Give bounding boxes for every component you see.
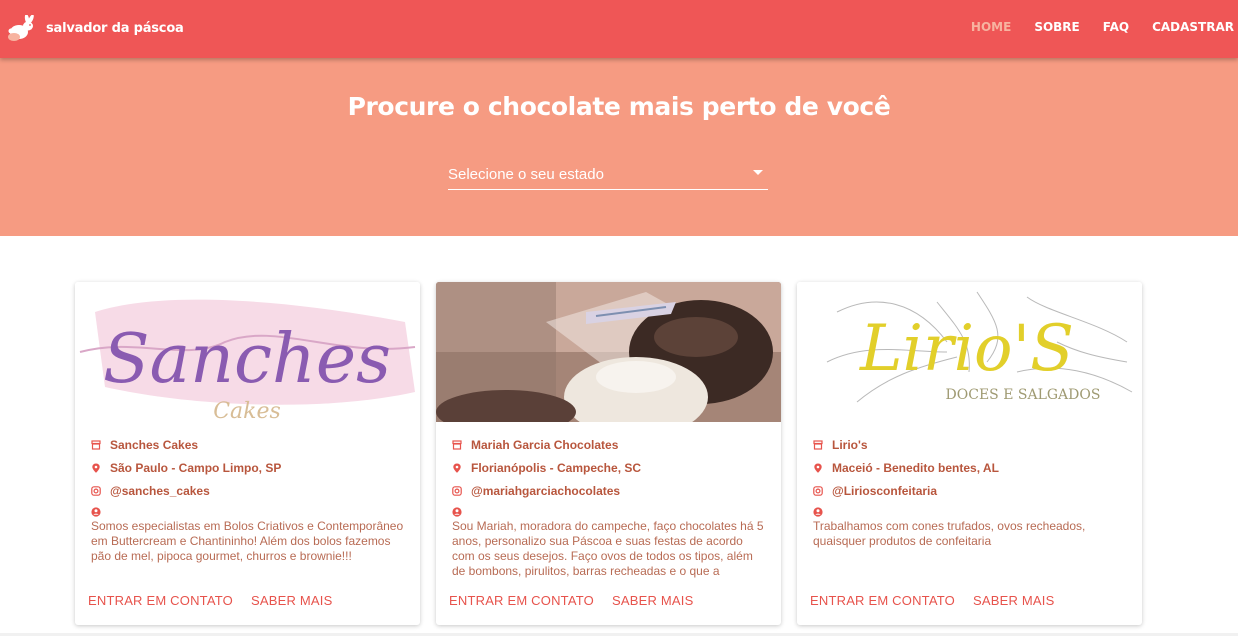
seller-card: Mariah Garcia Chocolates Florianópolis -… [436, 282, 781, 625]
store-icon [452, 440, 462, 450]
logo-subtitle: DOCES E SALGADOS [946, 387, 1101, 403]
seller-instagram[interactable]: @mariahgarciachocolates [471, 484, 620, 498]
seller-instagram[interactable]: @sanches_cakes [110, 484, 210, 498]
seller-description: Somos especialistas em Bolos Criativos e… [91, 519, 404, 563]
seller-location: São Paulo - Campo Limpo, SP [110, 461, 282, 475]
seller-instagram-row: @Liriosconfeitaria [813, 483, 937, 499]
seller-description: Trabalhamos com cones trufados, ovos rec… [813, 519, 1086, 548]
seller-person-row [813, 504, 832, 520]
card-actions: ENTRAR EM CONTATO SABER MAIS [449, 593, 711, 608]
seller-location-row: Maceió - Benedito bentes, AL [813, 460, 999, 476]
learn-more-button[interactable]: SABER MAIS [973, 593, 1054, 608]
contact-button[interactable]: ENTRAR EM CONTATO [449, 593, 594, 608]
person-icon [813, 507, 823, 517]
nav-cadastrar[interactable]: CADASTRAR [1152, 20, 1234, 34]
seller-name-row: Sanches Cakes [91, 437, 198, 453]
page-title: Procure o chocolate mais perto de você [347, 92, 891, 121]
state-select-placeholder: Selecione o seu estado [448, 166, 604, 183]
logo-subtitle: Cakes [213, 399, 281, 422]
contact-button[interactable]: ENTRAR EM CONTATO [88, 593, 233, 608]
seller-card: Sanches Cakes Sanches Cakes São Paulo - … [75, 282, 420, 625]
seller-instagram-row: @sanches_cakes [91, 483, 210, 499]
location-pin-icon [814, 463, 822, 473]
seller-name: Lirio's [832, 438, 868, 452]
seller-person-row [91, 504, 110, 520]
seller-name: Sanches Cakes [110, 438, 199, 452]
brand-logo[interactable]: salvador da páscoa [6, 14, 184, 42]
instagram-icon [91, 486, 101, 496]
seller-name-row: Lirio's [813, 437, 868, 453]
store-icon [813, 440, 823, 450]
instagram-icon [452, 486, 462, 496]
bunny-icon [8, 15, 34, 41]
seller-instagram[interactable]: @Liriosconfeitaria [832, 484, 937, 498]
seller-card: Lirio'S DOCES E SALGADOS Lirio's Maceió … [797, 282, 1142, 625]
seller-name: Mariah Garcia Chocolates [471, 438, 619, 452]
seller-location-row: São Paulo - Campo Limpo, SP [91, 460, 281, 476]
seller-name-row: Mariah Garcia Chocolates [452, 437, 618, 453]
seller-location-row: Florianópolis - Campeche, SC [452, 460, 641, 476]
state-select[interactable]: Selecione o seu estado [448, 161, 768, 190]
seller-instagram-row: @mariahgarciachocolates [452, 483, 620, 499]
instagram-icon [813, 486, 823, 496]
person-icon [452, 507, 462, 517]
hero-banner: Procure o chocolate mais perto de você S… [0, 58, 1238, 236]
nav-faq[interactable]: FAQ [1103, 20, 1129, 34]
store-icon [91, 440, 101, 450]
location-pin-icon [453, 463, 461, 473]
location-pin-icon [92, 463, 100, 473]
brand-name: salvador da páscoa [46, 20, 184, 36]
logo-title: Lirio'S [859, 312, 1074, 386]
logo-title: Sanches [103, 320, 391, 399]
nav-sobre[interactable]: SOBRE [1034, 20, 1079, 34]
seller-person-row [452, 504, 471, 520]
seller-logo-lirios: Lirio'S DOCES E SALGADOS [797, 282, 1142, 422]
nav-home[interactable]: HOME [971, 20, 1011, 34]
person-icon [91, 507, 101, 517]
learn-more-button[interactable]: SABER MAIS [612, 593, 693, 608]
nav-menu: HOME SOBRE FAQ CADASTRAR [948, 0, 1234, 54]
top-navbar: salvador da páscoa HOME SOBRE FAQ CADAST… [0, 0, 1238, 58]
card-actions: ENTRAR EM CONTATO SABER MAIS [810, 593, 1072, 608]
seller-location: Florianópolis - Campeche, SC [471, 461, 642, 475]
learn-more-button[interactable]: SABER MAIS [251, 593, 332, 608]
seller-location: Maceió - Benedito bentes, AL [832, 461, 999, 475]
seller-photo-mariah [436, 282, 781, 422]
seller-logo-sanches: Sanches Cakes [75, 282, 420, 422]
card-actions: ENTRAR EM CONTATO SABER MAIS [88, 593, 350, 608]
seller-description: Sou Mariah, moradora do campeche, faço c… [452, 519, 764, 578]
contact-button[interactable]: ENTRAR EM CONTATO [810, 593, 955, 608]
chevron-down-icon [753, 170, 763, 175]
